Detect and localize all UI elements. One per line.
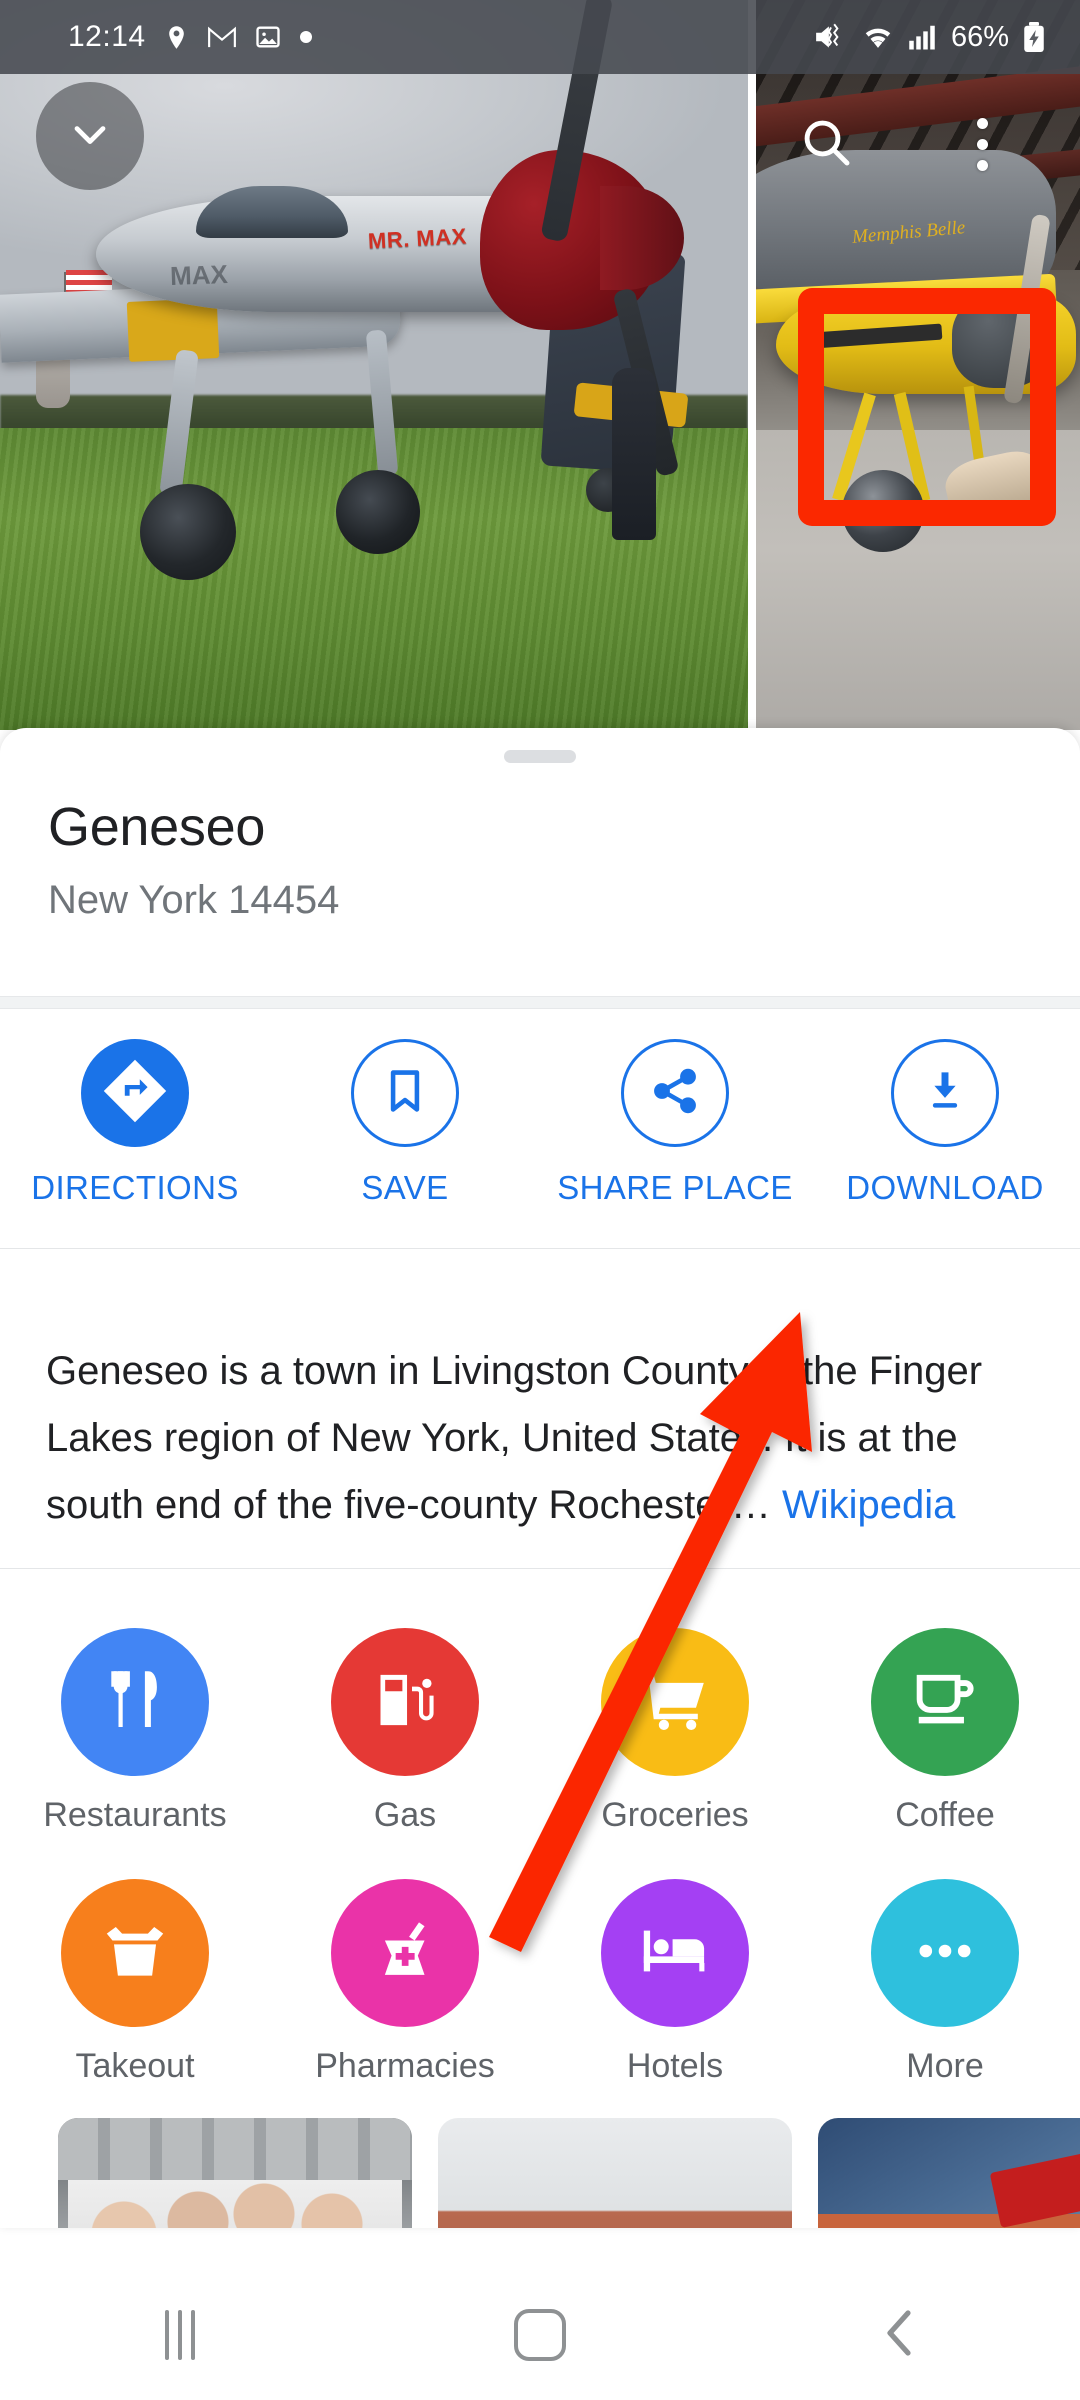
signal-bars-icon	[908, 23, 938, 51]
nose-art-text: MR. MAX	[367, 223, 468, 254]
section-divider-top	[0, 996, 1080, 1009]
search-button[interactable]	[782, 100, 870, 188]
download-button[interactable]: DOWNLOAD	[810, 1014, 1080, 1232]
nearby-category-grid: Restaurants Gas Groceries Coffee Takeout…	[0, 1628, 1080, 2086]
restaurants-icon-circle	[61, 1628, 209, 1776]
groceries-label: Groceries	[601, 1796, 749, 1834]
status-bar: 12:14 66%	[0, 0, 1080, 74]
status-clock: 12:14	[68, 20, 146, 53]
place-details-sheet[interactable]: Geneseo New York 14454 DIRECTIONS SAVE S…	[0, 728, 1080, 2228]
save-icon-circle	[351, 1039, 459, 1147]
home-button[interactable]	[360, 2270, 720, 2400]
category-more[interactable]: More	[810, 1879, 1080, 2086]
hotel-bed-icon	[639, 1915, 711, 1992]
directions-button[interactable]: DIRECTIONS	[0, 1014, 270, 1232]
hotels-icon-circle	[601, 1879, 749, 2027]
place-description: Geneseo is a town in Livingston County i…	[46, 1338, 1036, 1539]
gas-icon-circle	[331, 1628, 479, 1776]
coffee-label: Coffee	[895, 1796, 995, 1834]
cub-engine-cowl	[952, 292, 1056, 388]
search-icon	[798, 114, 854, 175]
photo-thumbnail[interactable]	[58, 2118, 412, 2228]
photo-thumbnail[interactable]	[438, 2118, 792, 2228]
coffee-cup-icon	[910, 1665, 980, 1740]
place-photo-strip[interactable]	[0, 2118, 1080, 2228]
gmail-icon	[207, 25, 237, 50]
pharmacies-icon-circle	[331, 1879, 479, 2027]
back-button[interactable]	[720, 2270, 1080, 2400]
category-pharmacies[interactable]: Pharmacies	[270, 1879, 540, 2086]
download-icon	[919, 1065, 971, 1122]
person-near-aircraft	[612, 368, 656, 540]
divider-below-actions	[0, 1248, 1080, 1249]
gas-pump-icon	[370, 1665, 440, 1740]
fuselage-side-art: MAX	[169, 259, 229, 291]
photo-thumbnail[interactable]	[818, 2118, 1080, 2228]
wikipedia-link[interactable]: Wikipedia	[782, 1483, 955, 1527]
directions-label: DIRECTIONS	[31, 1169, 239, 1206]
bookmark-icon	[379, 1065, 431, 1122]
takeout-icon-circle	[61, 1879, 209, 2027]
share-icon-circle	[621, 1039, 729, 1147]
action-button-row: DIRECTIONS SAVE SHARE PLACE DOWNLOAD	[0, 1014, 1080, 1232]
save-button[interactable]: SAVE	[270, 1014, 540, 1232]
hero-photo-carousel[interactable]: MAX MR. MAX Memphis Belle	[0, 0, 1080, 730]
shopping-cart-icon	[639, 1664, 711, 1741]
share-place-button[interactable]: SHARE PLACE	[540, 1014, 810, 1232]
chevron-down-icon	[64, 108, 116, 165]
place-subtitle: New York 14454	[48, 878, 340, 922]
battery-percent-label: 66%	[950, 20, 1009, 53]
category-groceries[interactable]: Groceries	[540, 1628, 810, 1835]
download-icon-circle	[891, 1039, 999, 1147]
collapse-button[interactable]	[36, 82, 144, 190]
gas-label: Gas	[373, 1796, 437, 1834]
groceries-icon-circle	[601, 1628, 749, 1776]
location-pin-icon	[163, 24, 190, 51]
recents-icon	[165, 2310, 195, 2360]
main-wheel-left	[140, 484, 236, 580]
category-gas[interactable]: Gas	[270, 1628, 540, 1835]
more-label: More	[906, 2047, 984, 2085]
home-icon	[514, 2309, 566, 2361]
share-icon	[649, 1065, 701, 1122]
restaurant-icon	[99, 1664, 171, 1741]
overflow-menu-button[interactable]	[938, 100, 1026, 188]
restaurants-label: Restaurants	[43, 1796, 227, 1834]
back-chevron-icon	[878, 2305, 922, 2366]
mute-vibrate-icon	[814, 23, 848, 51]
cub-main-wheel	[842, 470, 924, 552]
coffee-icon-circle	[871, 1628, 1019, 1776]
takeout-box-icon	[99, 1915, 171, 1992]
more-horiz-icon	[909, 1915, 981, 1992]
save-label: SAVE	[361, 1169, 449, 1206]
dot-indicator-icon	[299, 30, 313, 44]
divider-below-description	[0, 1568, 1080, 1569]
status-bar-right: 66%	[814, 21, 1046, 54]
category-coffee[interactable]: Coffee	[810, 1628, 1080, 1835]
status-bar-left: 12:14	[68, 20, 313, 54]
category-takeout[interactable]: Takeout	[0, 1879, 270, 2086]
android-nav-bar	[0, 2270, 1080, 2400]
main-wheel-right	[336, 470, 420, 554]
battery-charging-icon	[1022, 22, 1046, 52]
sheet-drag-handle[interactable]	[504, 750, 576, 763]
directions-icon-circle	[81, 1039, 189, 1147]
category-hotels[interactable]: Hotels	[540, 1879, 810, 2086]
pharmacy-icon	[370, 1916, 440, 1991]
share-place-label: SHARE PLACE	[557, 1169, 793, 1206]
directions-arrow-icon	[99, 1055, 171, 1132]
photos-icon	[254, 23, 282, 51]
recents-button[interactable]	[0, 2270, 360, 2400]
wifi-icon	[861, 23, 895, 51]
hotels-label: Hotels	[626, 2047, 724, 2085]
category-restaurants[interactable]: Restaurants	[0, 1628, 270, 1835]
wing-yellow-band	[126, 298, 220, 362]
takeout-label: Takeout	[75, 2047, 195, 2085]
more-vert-icon	[976, 113, 988, 176]
place-title: Geneseo	[48, 797, 266, 857]
pharmacies-label: Pharmacies	[315, 2047, 495, 2085]
more-icon-circle	[871, 1879, 1019, 2027]
download-label: DOWNLOAD	[846, 1169, 1044, 1206]
